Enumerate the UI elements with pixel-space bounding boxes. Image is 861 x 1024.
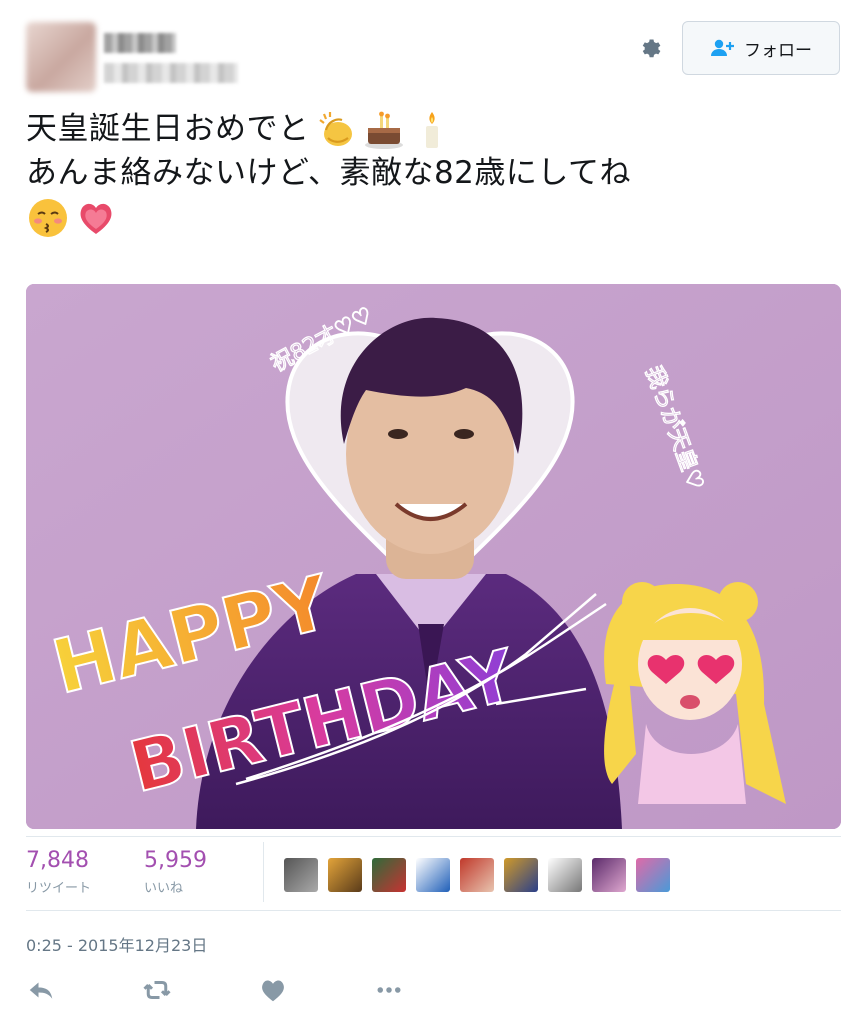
add-user-icon (711, 39, 734, 56)
tweet-stats: 7,848 リツイート 5,959 いいね (0, 842, 861, 912)
reply-icon[interactable] (26, 975, 56, 1005)
tweet-timestamp[interactable]: 0:25 - 2015年12月23日 (26, 932, 207, 956)
stats-divider (263, 842, 264, 902)
tweet-line-1-text: 天皇誕生日おめでと (26, 111, 310, 148)
retweet-icon[interactable] (142, 975, 172, 1005)
like-label: いいね (144, 881, 184, 896)
tweet-line-2-text: あんま絡みないけど、素敵な82歳にしてね (26, 155, 631, 192)
tweet-actions (26, 975, 446, 1011)
photo-canvas: 祝82才♡♡ 我らが天皇♡ HAPPY BIRTHDAY (26, 284, 841, 829)
follow-button-label: フォロー (744, 40, 812, 61)
liker-avatar[interactable] (372, 858, 406, 892)
display-name-redacted[interactable] (104, 33, 176, 53)
liker-avatar[interactable] (328, 858, 362, 892)
sparkling-heart-icon (80, 203, 112, 234)
liker-avatar[interactable] (416, 858, 450, 892)
liker-avatar[interactable] (548, 858, 582, 892)
like-heart-icon[interactable] (258, 975, 288, 1005)
tweet-photo[interactable]: 祝82才♡♡ 我らが天皇♡ HAPPY BIRTHDAY (26, 284, 841, 829)
divider-bottom-stats (26, 910, 841, 911)
tweet-line-2: あんま絡みないけど、素敵な82歳にしてね (26, 152, 836, 196)
birthday-cake-icon (364, 111, 403, 149)
follow-button[interactable]: フォロー (682, 21, 840, 75)
liker-avatars (284, 858, 670, 892)
retweet-label: リツイート (26, 881, 92, 896)
kissing-face-icon (29, 199, 67, 237)
liker-avatar[interactable] (636, 858, 670, 892)
username-redacted[interactable] (104, 63, 238, 83)
like-count: 5,959 (144, 848, 207, 873)
tweet-line-3 (26, 196, 836, 240)
like-stat[interactable]: 5,959 いいね (144, 848, 207, 896)
tweet-line-1: 天皇誕生日おめでと (26, 108, 836, 152)
avatar[interactable] (26, 22, 96, 92)
tweet-header: フォロー (0, 0, 861, 100)
liker-avatar[interactable] (284, 858, 318, 892)
liker-avatar[interactable] (460, 858, 494, 892)
more-options-icon[interactable] (374, 975, 404, 1005)
gear-icon[interactable] (636, 34, 666, 64)
divider-top-stats (26, 836, 841, 837)
retweet-count: 7,848 (26, 848, 89, 873)
retweet-stat[interactable]: 7,848 リツイート (26, 848, 91, 896)
candle-icon (425, 112, 438, 148)
tweet-text: 天皇誕生日おめでと あんま絡みないけど、素敵な82歳にしてね (26, 108, 836, 240)
liker-avatar[interactable] (592, 858, 626, 892)
liker-avatar[interactable] (504, 858, 538, 892)
clapping-hands-icon (318, 112, 352, 146)
